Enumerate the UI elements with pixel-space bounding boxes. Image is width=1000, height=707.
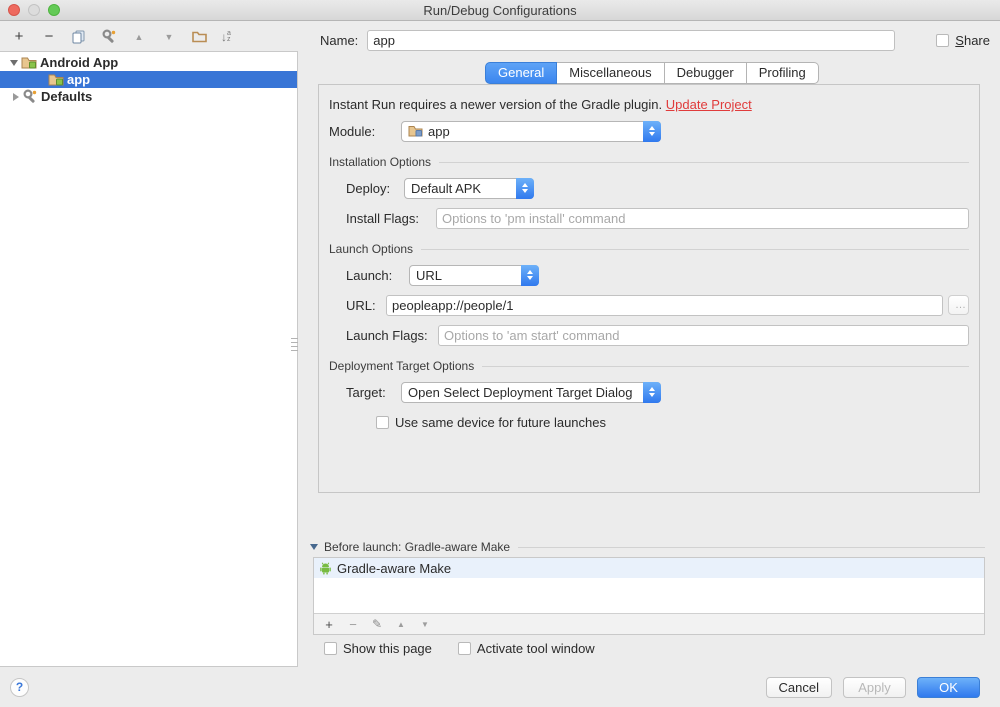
move-task-up-icon[interactable]: ▲ [395, 620, 407, 629]
launch-label: Launch: [346, 267, 393, 283]
before-launch-toolbar: + − ✎ ▲ ▼ [314, 613, 984, 634]
tree-item-defaults[interactable]: Defaults [0, 88, 297, 105]
install-flags-label: Install Flags: [346, 210, 419, 226]
launch-options-section: Launch Options [319, 242, 979, 256]
launch-select[interactable]: URL [409, 264, 539, 286]
show-this-page-checkbox[interactable] [324, 642, 337, 655]
window-title: Run/Debug Configurations [423, 3, 577, 18]
name-label: Name: [320, 32, 359, 48]
tab-debugger[interactable]: Debugger [664, 62, 747, 84]
before-launch-item[interactable]: Gradle-aware Make [314, 558, 984, 578]
edit-task-icon[interactable]: ✎ [371, 617, 383, 631]
settings-tabs: General Miscellaneous Debugger Profiling [485, 62, 819, 84]
share-label: Share [955, 32, 990, 48]
defaults-wrench-icon [23, 89, 38, 104]
move-up-icon[interactable]: ▲ [131, 29, 147, 45]
expand-collapse-icon[interactable] [7, 59, 21, 66]
stepper-icon [521, 264, 539, 286]
stepper-icon [643, 381, 661, 403]
tab-general[interactable]: General [485, 62, 558, 84]
help-button[interactable]: ? [10, 678, 29, 697]
url-input[interactable] [386, 294, 943, 316]
minimize-window-button[interactable] [28, 4, 40, 16]
configurations-tree: Android App app Defaults [0, 51, 298, 667]
launch-flags-input[interactable] [438, 324, 969, 346]
android-app-folder-icon [21, 56, 37, 69]
update-project-link[interactable]: Update Project [666, 97, 752, 112]
collapse-section-icon[interactable] [310, 544, 318, 550]
module-label: Module: [329, 123, 376, 139]
module-value: app [428, 123, 450, 139]
deploy-value: Default APK [411, 180, 482, 196]
share-checkbox[interactable] [936, 33, 950, 47]
panel-splitter-handle[interactable] [291, 338, 298, 351]
add-configuration-icon[interactable]: + [11, 28, 27, 45]
tab-miscellaneous[interactable]: Miscellaneous [557, 62, 665, 84]
create-folder-icon[interactable] [191, 29, 207, 45]
before-launch-header: Before launch: Gradle-aware Make [310, 540, 985, 554]
installation-options-section: Installation Options [319, 155, 979, 169]
browse-url-button[interactable]: … [948, 295, 969, 315]
configurations-toolbar: + − ▲ ▼ ↓ az [0, 22, 298, 51]
launch-value: URL [416, 267, 443, 283]
tree-item-label: Android App [40, 55, 119, 70]
show-this-page-label: Show this page [343, 641, 432, 656]
window-controls [8, 4, 60, 16]
name-row: Name: Share [320, 29, 990, 51]
target-label: Target: [346, 384, 386, 400]
tree-item-label: Defaults [41, 89, 93, 104]
tree-item-label: app [67, 72, 91, 87]
copy-configuration-icon[interactable] [71, 29, 87, 45]
before-launch-item-label: Gradle-aware Make [337, 560, 452, 576]
module-select[interactable]: app [401, 120, 661, 142]
module-folder-icon [408, 125, 423, 137]
general-tab-panel: Instant Run requires a newer version of … [318, 84, 980, 493]
zoom-window-button[interactable] [48, 4, 60, 16]
stepper-icon [516, 177, 534, 199]
use-same-device-checkbox[interactable] [376, 415, 389, 429]
deploy-label: Deploy: [346, 180, 391, 196]
title-bar: Run/Debug Configurations [0, 0, 1000, 21]
launch-flags-label: Launch Flags: [346, 327, 428, 343]
tab-profiling[interactable]: Profiling [746, 62, 819, 84]
move-down-icon[interactable]: ▼ [161, 29, 177, 45]
cancel-button[interactable]: Cancel [765, 677, 832, 698]
apply-button[interactable]: Apply [843, 677, 906, 698]
dialog-buttons: Cancel Apply OK [765, 677, 980, 698]
before-launch-box: Gradle-aware Make + − ✎ ▲ ▼ [313, 557, 985, 635]
add-task-icon[interactable]: + [323, 617, 335, 632]
move-task-down-icon[interactable]: ▼ [419, 620, 431, 629]
use-same-device-label: Use same device for future launches [395, 414, 606, 430]
before-launch-list: Gradle-aware Make [314, 558, 984, 613]
deployment-target-options-section: Deployment Target Options [319, 359, 979, 373]
target-select[interactable]: Open Select Deployment Target Dialog [401, 381, 661, 403]
remove-task-icon[interactable]: − [347, 617, 359, 632]
sort-configurations-icon[interactable]: ↓ az [221, 30, 231, 44]
remove-configuration-icon[interactable]: − [41, 28, 57, 45]
close-window-button[interactable] [8, 4, 20, 16]
before-launch-title: Before launch: Gradle-aware Make [324, 540, 511, 554]
expand-collapse-icon[interactable] [9, 92, 23, 101]
ok-button[interactable]: OK [917, 677, 980, 698]
tree-item-app[interactable]: app [0, 71, 297, 88]
name-input[interactable] [367, 29, 896, 51]
android-robot-icon [319, 562, 332, 575]
app-module-folder-icon [48, 73, 64, 86]
tree-item-android-app[interactable]: Android App [0, 54, 297, 71]
edit-defaults-icon[interactable] [101, 29, 117, 45]
install-flags-input[interactable] [436, 207, 969, 229]
activate-tool-window-checkbox[interactable] [457, 642, 471, 655]
instant-run-warning: Instant Run requires a newer version of … [329, 97, 752, 112]
stepper-icon [643, 120, 661, 142]
target-value: Open Select Deployment Target Dialog [408, 384, 633, 400]
activate-tool-window-label: Activate tool window [476, 641, 595, 656]
url-label: URL: [346, 297, 376, 313]
deploy-select[interactable]: Default APK [404, 177, 534, 199]
footer-options: Show this page Activate tool window [324, 641, 595, 656]
